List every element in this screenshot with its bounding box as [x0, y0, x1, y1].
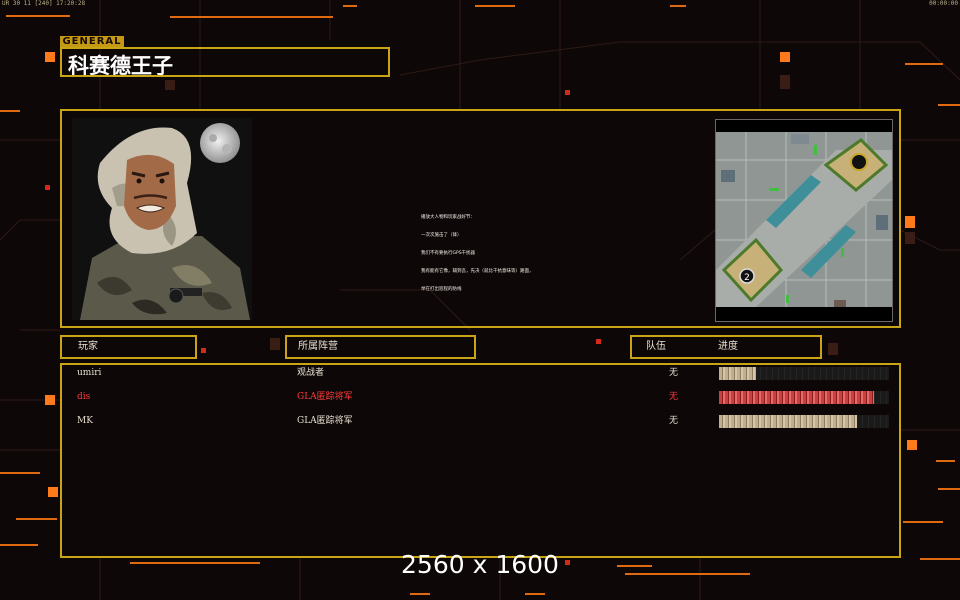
player-name: dis	[77, 392, 91, 402]
general-title-box: 科赛德王子 科赛德王子	[60, 47, 390, 77]
player-row: MK GLA匿踪将军 无	[0, 413, 960, 429]
player-progress-fill	[719, 415, 857, 428]
mission-briefing: 播放大人物和玩家战好节： 一次次施击了（锋） 我们不有要执行GPS干扰器 我有能…	[421, 203, 534, 299]
briefing-line: 举在打出巡程的防线	[421, 287, 462, 292]
player-progress-fill	[719, 367, 757, 380]
player-progress-bar	[719, 391, 889, 404]
map-preview: 2	[715, 119, 893, 322]
hud-timer: 00:00:00	[929, 0, 958, 7]
column-header-player: 玩家	[60, 335, 197, 359]
svg-text:2: 2	[744, 273, 750, 283]
resolution-overlay: 2560 x 1600	[401, 550, 559, 579]
general-portrait	[72, 118, 252, 320]
portrait-art	[72, 118, 252, 320]
hud-status-left: UR 30 11 [240] 17:20:28	[2, 0, 86, 7]
general-tag: GENERAL	[60, 36, 124, 47]
column-header-progress-label: 进度	[718, 341, 738, 352]
map-art: 2	[716, 120, 892, 321]
player-faction: GLA匿踪将军	[297, 416, 353, 426]
column-header-faction-label: 所属阵营	[298, 341, 338, 352]
player-team: 无	[669, 416, 679, 426]
player-team: 无	[669, 368, 679, 378]
player-progress-bar	[719, 415, 889, 428]
player-row: dis GLA匿踪将军 无	[0, 389, 960, 405]
briefing-line: 播放大人物和玩家战好节：	[421, 215, 475, 220]
player-faction: 观战者	[297, 368, 325, 378]
player-progress-fill	[719, 391, 874, 404]
briefing-line: 一次次施击了（锋）	[421, 233, 462, 238]
general-name-echo: 科赛德王子	[68, 71, 173, 75]
player-progress-bar	[719, 367, 889, 380]
player-name: MK	[77, 416, 93, 426]
column-header-faction: 所属阵营	[285, 335, 476, 359]
briefing-line: 我有能有它像，辅到吾，先决（就比干抗意味等）路面，	[421, 269, 534, 274]
column-header-team-progress: 队伍 进度	[630, 335, 822, 359]
column-header-team-label: 队伍	[646, 341, 666, 352]
player-team: 无	[669, 392, 679, 402]
briefing-line: 我们不有要执行GPS干扰器	[421, 251, 476, 256]
player-row: umiri 观战者 无	[0, 365, 960, 381]
column-header-player-label: 玩家	[78, 341, 98, 352]
player-name: umiri	[77, 368, 102, 378]
player-faction: GLA匿踪将军	[297, 392, 353, 402]
